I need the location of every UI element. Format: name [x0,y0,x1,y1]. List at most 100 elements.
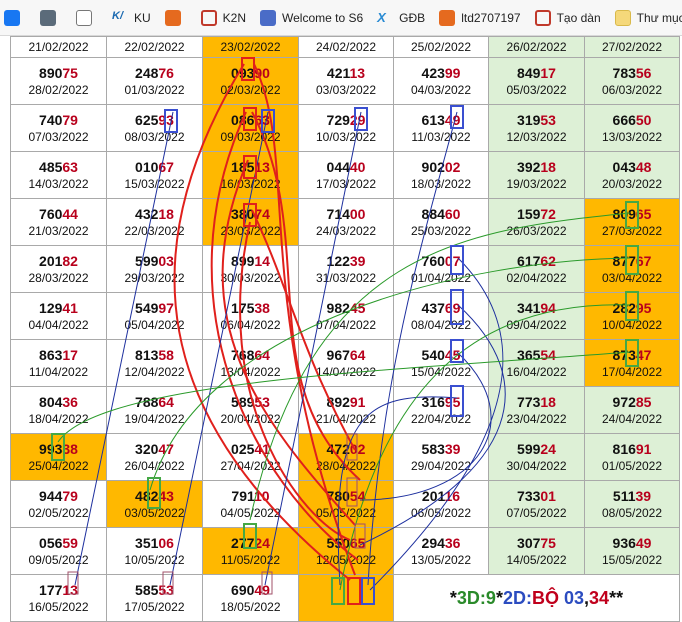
gdb-icon: X [377,9,386,25]
result-date: 13/04/2022 [220,364,281,379]
result-cell: 71400 24/03/2022 [298,198,394,246]
result-cell: 88460 25/03/2022 [393,198,489,246]
result-date: 24/03/2022 [315,223,377,238]
number-head: 773 [517,393,541,410]
result-date: 18/05/2022 [220,599,281,614]
result-cell: 21/02/2022 [10,36,107,58]
number-head: 248 [135,64,159,81]
number-head: 617 [517,252,541,269]
result-cell: 48563 14/03/2022 [10,151,107,199]
bookmark-item[interactable] [40,9,62,26]
result-cell: 15972 26/03/2022 [488,198,585,246]
result-number: 87347 [585,347,679,364]
result-number: 20182 [11,253,106,270]
number-head: 177 [39,581,63,598]
bookmark-item[interactable]: Tạo dàn [534,9,601,26]
result-date: 17/04/2022 [601,364,663,379]
number-head: 967 [326,346,350,363]
result-date: 11/03/2022 [411,129,471,144]
result-cell: 42113 03/03/2022 [298,57,394,105]
result-date: 02/03/2022 [220,82,281,97]
number-tail: 64 [158,393,174,410]
result-cell: 35106 10/05/2022 [106,527,203,575]
number-head: 472 [326,440,350,457]
bookmark-item[interactable] [164,9,187,26]
number-tail: 63 [254,111,270,128]
s6-icon [260,9,277,26]
number-head: 093 [231,64,255,81]
result-date: 03/05/2022 [124,505,185,520]
result-cell: 90202 18/03/2022 [393,151,489,199]
table-row: 17713 16/05/2022 58553 17/05/2022 69049 18/05… [10,574,680,622]
result-number: 55065 [299,535,393,552]
result-date: 27/02/2022 [601,40,663,54]
bookmark-item[interactable] [76,9,98,26]
number-tail: 75 [540,534,556,551]
number-head: 589 [231,393,255,410]
result-date: 12/04/2022 [124,364,185,379]
result-date: 01/03/2022 [124,82,185,97]
number-head: 122 [326,252,350,269]
result-cell: 32047 26/04/2022 [106,433,203,481]
number-tail: 49 [444,111,461,128]
number-tail: 06 [158,534,174,551]
result-number: 12239 [299,253,393,270]
result-date: 13/05/2022 [410,552,472,567]
number-tail: 64 [254,346,270,363]
bookmark-item[interactable]: Thư mục [614,9,682,26]
result-date: 26/02/2022 [506,40,567,54]
result-cell: 24876 01/03/2022 [106,57,203,105]
result-cell [298,574,394,622]
bookmark-item[interactable]: K/KU [112,10,151,26]
result-number: 47202 [299,441,393,458]
result-date: 20/03/2022 [601,176,663,191]
result-date: 26/03/2022 [506,223,567,238]
result-date: 01/04/2022 [410,270,472,285]
bookmark-item[interactable]: X GĐB [377,10,425,26]
result-number: 88460 [394,206,488,223]
result-cell: 04440 17/03/2022 [298,151,394,199]
bookmark-item[interactable]: Welcome to S6 [260,9,363,26]
result-cell: 09390 02/03/2022 [202,57,299,105]
result-number: 76864 [203,347,298,364]
number-head: 863 [39,346,63,363]
result-cell: 59903 29/03/2022 [106,245,203,293]
number-tail: 50 [635,111,652,128]
number-tail: 38 [62,440,78,457]
number-head: 341 [517,299,541,316]
number-head: 159 [517,205,541,222]
result-date: 30/03/2022 [220,270,281,285]
bookmark-item[interactable]: ltd2707197 [439,9,521,26]
result-date: 12/05/2022 [315,552,377,567]
bookmark-item[interactable]: K2N [200,9,247,26]
bookmark-item[interactable] [4,9,26,26]
result-cell: 59924 30/04/2022 [488,433,585,481]
number-tail: 45 [349,299,366,316]
result-date: 18/03/2022 [410,176,472,191]
number-head: 993 [39,440,63,457]
result-cell: 79110 04/05/2022 [202,480,299,528]
result-number: 31953 [489,112,584,129]
result-cell: 94479 02/05/2022 [10,480,107,528]
number-tail: 62 [540,252,556,269]
bookmark-label: KU [134,10,151,25]
table-row: 21/02/2022 22/02/2022 23/02/2022 24/02/2022… [10,36,680,58]
bookmark-label: K2N [222,10,247,25]
number-tail: 49 [254,581,270,598]
number-head: 690 [231,581,255,598]
number-tail: 41 [254,440,270,457]
result-date: 17/05/2022 [124,599,185,614]
result-number: 31695 [394,394,488,411]
number-tail: 58 [158,346,174,363]
table-row: 05659 09/05/2022 35106 10/05/2022 27724 11/05… [10,527,680,575]
result-number: 18513 [203,159,298,176]
number-tail: 44 [62,205,78,222]
number-tail: 65 [349,534,366,551]
result-cell: 17713 16/05/2022 [10,574,107,622]
result-number: 81691 [585,441,679,458]
result-number: 94479 [11,488,106,505]
result-number: 71400 [299,206,393,223]
number-head: 540 [421,346,445,363]
result-cell: 25/02/2022 [393,36,489,58]
result-date: 14/03/2022 [28,176,89,191]
